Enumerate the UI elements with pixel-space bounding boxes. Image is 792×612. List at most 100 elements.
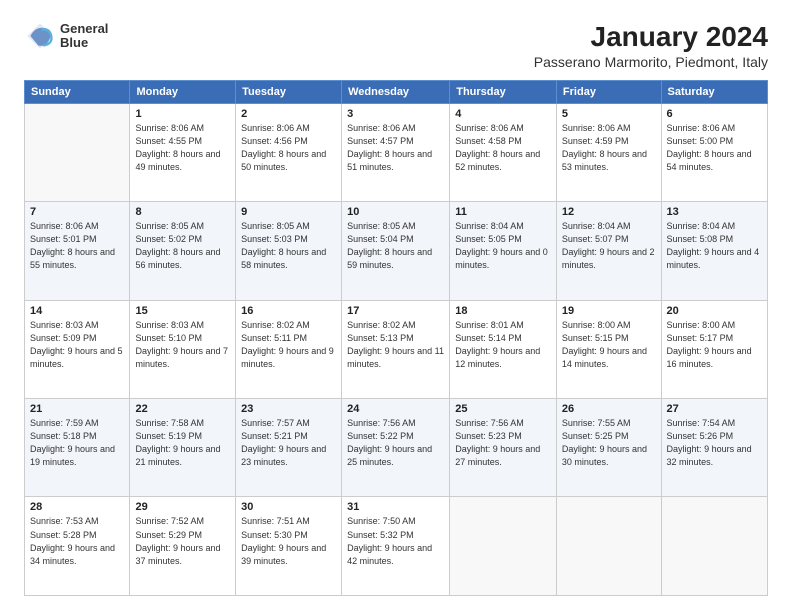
day-info: Sunrise: 8:03 AMSunset: 5:09 PMDaylight:… — [30, 320, 123, 369]
calendar-cell: 11 Sunrise: 8:04 AMSunset: 5:05 PMDaylig… — [450, 202, 557, 300]
day-number: 25 — [455, 403, 551, 415]
day-info: Sunrise: 8:06 AMSunset: 4:59 PMDaylight:… — [562, 123, 647, 172]
calendar-cell: 7 Sunrise: 8:06 AMSunset: 5:01 PMDayligh… — [25, 202, 130, 300]
header: General Blue January 2024 Passerano Marm… — [24, 20, 768, 70]
day-number: 9 — [241, 206, 336, 218]
calendar-cell: 24 Sunrise: 7:56 AMSunset: 5:22 PMDaylig… — [342, 399, 450, 497]
day-number: 11 — [455, 206, 551, 218]
day-info: Sunrise: 7:57 AMSunset: 5:21 PMDaylight:… — [241, 418, 326, 467]
calendar-cell: 20 Sunrise: 8:00 AMSunset: 5:17 PMDaylig… — [661, 300, 767, 398]
week-row-3: 21 Sunrise: 7:59 AMSunset: 5:18 PMDaylig… — [25, 399, 768, 497]
logo-line1: General — [60, 22, 108, 36]
day-info: Sunrise: 7:50 AMSunset: 5:32 PMDaylight:… — [347, 516, 432, 565]
day-number: 13 — [667, 206, 762, 218]
day-info: Sunrise: 7:51 AMSunset: 5:30 PMDaylight:… — [241, 516, 326, 565]
calendar-cell — [661, 497, 767, 596]
day-info: Sunrise: 7:56 AMSunset: 5:22 PMDaylight:… — [347, 418, 432, 467]
day-info: Sunrise: 8:04 AMSunset: 5:07 PMDaylight:… — [562, 221, 655, 270]
page-subtitle: Passerano Marmorito, Piedmont, Italy — [534, 54, 768, 70]
calendar-cell: 9 Sunrise: 8:05 AMSunset: 5:03 PMDayligh… — [236, 202, 342, 300]
header-day-friday: Friday — [556, 80, 661, 103]
day-info: Sunrise: 8:00 AMSunset: 5:17 PMDaylight:… — [667, 320, 752, 369]
logo-icon — [24, 20, 56, 52]
calendar-cell — [25, 103, 130, 201]
day-number: 29 — [135, 501, 230, 513]
header-day-monday: Monday — [130, 80, 236, 103]
logo-text: General Blue — [60, 22, 108, 51]
calendar-cell: 16 Sunrise: 8:02 AMSunset: 5:11 PMDaylig… — [236, 300, 342, 398]
day-number: 28 — [30, 501, 124, 513]
day-number: 19 — [562, 305, 656, 317]
day-info: Sunrise: 7:54 AMSunset: 5:26 PMDaylight:… — [667, 418, 752, 467]
day-number: 12 — [562, 206, 656, 218]
calendar-cell: 28 Sunrise: 7:53 AMSunset: 5:28 PMDaylig… — [25, 497, 130, 596]
day-number: 31 — [347, 501, 444, 513]
day-info: Sunrise: 8:06 AMSunset: 4:57 PMDaylight:… — [347, 123, 432, 172]
calendar-cell: 13 Sunrise: 8:04 AMSunset: 5:08 PMDaylig… — [661, 202, 767, 300]
day-info: Sunrise: 8:02 AMSunset: 5:11 PMDaylight:… — [241, 320, 334, 369]
calendar-cell — [556, 497, 661, 596]
calendar-cell: 4 Sunrise: 8:06 AMSunset: 4:58 PMDayligh… — [450, 103, 557, 201]
calendar-cell: 26 Sunrise: 7:55 AMSunset: 5:25 PMDaylig… — [556, 399, 661, 497]
calendar-cell — [450, 497, 557, 596]
day-number: 1 — [135, 108, 230, 120]
day-info: Sunrise: 7:58 AMSunset: 5:19 PMDaylight:… — [135, 418, 220, 467]
header-day-saturday: Saturday — [661, 80, 767, 103]
calendar-table: SundayMondayTuesdayWednesdayThursdayFrid… — [24, 80, 768, 596]
day-number: 17 — [347, 305, 444, 317]
day-number: 7 — [30, 206, 124, 218]
day-number: 16 — [241, 305, 336, 317]
header-row: SundayMondayTuesdayWednesdayThursdayFrid… — [25, 80, 768, 103]
day-number: 15 — [135, 305, 230, 317]
calendar-cell: 27 Sunrise: 7:54 AMSunset: 5:26 PMDaylig… — [661, 399, 767, 497]
calendar-cell: 23 Sunrise: 7:57 AMSunset: 5:21 PMDaylig… — [236, 399, 342, 497]
calendar-cell: 15 Sunrise: 8:03 AMSunset: 5:10 PMDaylig… — [130, 300, 236, 398]
day-number: 4 — [455, 108, 551, 120]
header-day-tuesday: Tuesday — [236, 80, 342, 103]
page-title: January 2024 — [534, 20, 768, 54]
day-number: 8 — [135, 206, 230, 218]
day-info: Sunrise: 8:03 AMSunset: 5:10 PMDaylight:… — [135, 320, 228, 369]
calendar-cell: 31 Sunrise: 7:50 AMSunset: 5:32 PMDaylig… — [342, 497, 450, 596]
calendar-cell: 1 Sunrise: 8:06 AMSunset: 4:55 PMDayligh… — [130, 103, 236, 201]
title-block: January 2024 Passerano Marmorito, Piedmo… — [534, 20, 768, 70]
calendar-cell: 10 Sunrise: 8:05 AMSunset: 5:04 PMDaylig… — [342, 202, 450, 300]
day-number: 6 — [667, 108, 762, 120]
day-info: Sunrise: 8:06 AMSunset: 4:55 PMDaylight:… — [135, 123, 220, 172]
calendar-cell: 22 Sunrise: 7:58 AMSunset: 5:19 PMDaylig… — [130, 399, 236, 497]
calendar-cell: 30 Sunrise: 7:51 AMSunset: 5:30 PMDaylig… — [236, 497, 342, 596]
logo-line2: Blue — [60, 36, 108, 50]
day-info: Sunrise: 8:05 AMSunset: 5:04 PMDaylight:… — [347, 221, 432, 270]
week-row-4: 28 Sunrise: 7:53 AMSunset: 5:28 PMDaylig… — [25, 497, 768, 596]
day-info: Sunrise: 8:05 AMSunset: 5:03 PMDaylight:… — [241, 221, 326, 270]
day-number: 26 — [562, 403, 656, 415]
logo: General Blue — [24, 20, 108, 52]
day-info: Sunrise: 7:56 AMSunset: 5:23 PMDaylight:… — [455, 418, 540, 467]
day-info: Sunrise: 8:05 AMSunset: 5:02 PMDaylight:… — [135, 221, 220, 270]
day-info: Sunrise: 8:04 AMSunset: 5:08 PMDaylight:… — [667, 221, 760, 270]
calendar-cell: 25 Sunrise: 7:56 AMSunset: 5:23 PMDaylig… — [450, 399, 557, 497]
calendar-cell: 3 Sunrise: 8:06 AMSunset: 4:57 PMDayligh… — [342, 103, 450, 201]
day-info: Sunrise: 7:52 AMSunset: 5:29 PMDaylight:… — [135, 516, 220, 565]
day-number: 10 — [347, 206, 444, 218]
day-number: 22 — [135, 403, 230, 415]
calendar-cell: 5 Sunrise: 8:06 AMSunset: 4:59 PMDayligh… — [556, 103, 661, 201]
calendar-cell: 19 Sunrise: 8:00 AMSunset: 5:15 PMDaylig… — [556, 300, 661, 398]
day-number: 23 — [241, 403, 336, 415]
day-info: Sunrise: 7:55 AMSunset: 5:25 PMDaylight:… — [562, 418, 647, 467]
week-row-1: 7 Sunrise: 8:06 AMSunset: 5:01 PMDayligh… — [25, 202, 768, 300]
calendar-cell: 14 Sunrise: 8:03 AMSunset: 5:09 PMDaylig… — [25, 300, 130, 398]
day-info: Sunrise: 7:53 AMSunset: 5:28 PMDaylight:… — [30, 516, 115, 565]
day-info: Sunrise: 7:59 AMSunset: 5:18 PMDaylight:… — [30, 418, 115, 467]
calendar-cell: 6 Sunrise: 8:06 AMSunset: 5:00 PMDayligh… — [661, 103, 767, 201]
calendar-cell: 2 Sunrise: 8:06 AMSunset: 4:56 PMDayligh… — [236, 103, 342, 201]
page: General Blue January 2024 Passerano Marm… — [0, 0, 792, 612]
day-info: Sunrise: 8:04 AMSunset: 5:05 PMDaylight:… — [455, 221, 548, 270]
day-info: Sunrise: 8:06 AMSunset: 5:00 PMDaylight:… — [667, 123, 752, 172]
day-number: 24 — [347, 403, 444, 415]
day-number: 30 — [241, 501, 336, 513]
calendar-cell: 8 Sunrise: 8:05 AMSunset: 5:02 PMDayligh… — [130, 202, 236, 300]
calendar-cell: 29 Sunrise: 7:52 AMSunset: 5:29 PMDaylig… — [130, 497, 236, 596]
day-number: 2 — [241, 108, 336, 120]
day-info: Sunrise: 8:06 AMSunset: 4:56 PMDaylight:… — [241, 123, 326, 172]
